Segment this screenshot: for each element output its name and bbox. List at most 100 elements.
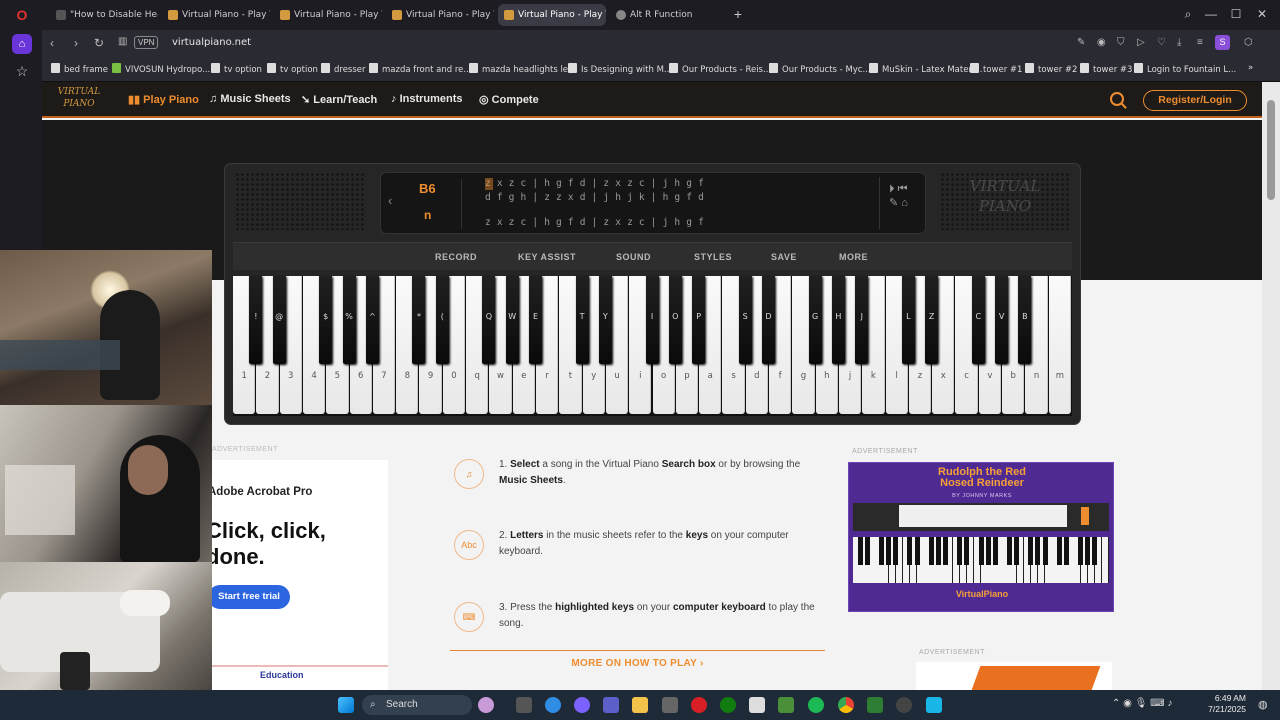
browser-tab[interactable]: Virtual Piano - Play The Be: [386, 4, 494, 26]
black-key[interactable]: Q: [482, 276, 496, 364]
chrome-icon[interactable]: [838, 697, 854, 713]
start-free-trial-button[interactable]: Start free trial: [208, 585, 290, 609]
black-key[interactable]: @: [272, 276, 286, 364]
search-icon[interactable]: [1110, 92, 1124, 106]
more-on-how-to-play-link[interactable]: MORE ON HOW TO PLAY ›: [450, 650, 825, 676]
edit-icon[interactable]: ✎: [1077, 37, 1085, 48]
black-key[interactable]: %: [342, 276, 356, 364]
copilot-icon[interactable]: [574, 697, 590, 713]
browser-tab-active[interactable]: Virtual Piano - Play The B: [498, 4, 606, 26]
play-icon[interactable]: ⏵: [889, 183, 895, 195]
menu-icon[interactable]: ≡: [1197, 37, 1203, 48]
vpn-badge[interactable]: VPN: [134, 36, 159, 49]
tray-icons[interactable]: ⌃ ◉ 🎙 ⌨ ♪: [1112, 698, 1172, 709]
camera-icon[interactable]: ◉: [1097, 37, 1106, 48]
edge-icon[interactable]: [545, 697, 561, 713]
home-icon[interactable]: ⌂: [12, 34, 32, 54]
scrollbar-thumb[interactable]: [1267, 100, 1275, 200]
download-icon[interactable]: ⤓: [1177, 37, 1181, 48]
bookmark-item[interactable]: tower #3: [1080, 63, 1132, 75]
browser-tab[interactable]: "How to Disable Heads-U: [50, 4, 158, 26]
app-icon[interactable]: [926, 697, 942, 713]
maximize-icon[interactable]: ☐: [1228, 7, 1244, 21]
browser-tab[interactable]: Alt R Function: [610, 4, 726, 26]
sound-button[interactable]: SOUND: [616, 252, 651, 262]
black-key[interactable]: B: [1018, 276, 1032, 364]
clock[interactable]: 6:49 AM 7/21/2025: [1208, 693, 1246, 715]
chevron-left-icon[interactable]: ‹: [388, 193, 392, 208]
bookmark-item[interactable]: VIVOSUN Hydropo...: [112, 63, 210, 75]
black-key[interactable]: !: [249, 276, 263, 364]
bookmark-item[interactable]: tv option: [267, 63, 318, 75]
bottom-ad[interactable]: [916, 662, 1112, 690]
black-key[interactable]: E: [528, 276, 542, 364]
url-field[interactable]: virtualpiano.net: [172, 37, 251, 48]
nav-learn-teach[interactable]: ➘ Learn/Teach: [301, 93, 377, 106]
nav-instruments[interactable]: ♪ Instruments: [391, 93, 463, 105]
game-icon[interactable]: [778, 697, 794, 713]
bookmark-item[interactable]: tv option: [211, 63, 262, 75]
more-button[interactable]: MORE: [839, 252, 868, 262]
bookmark-item[interactable]: tower #1: [970, 63, 1022, 75]
steam-icon[interactable]: [896, 697, 912, 713]
opera-icon[interactable]: [691, 697, 707, 713]
windows-start-icon[interactable]: [338, 697, 354, 713]
new-tab-button[interactable]: +: [730, 6, 746, 22]
black-key[interactable]: G: [808, 276, 822, 364]
teams-icon[interactable]: [603, 697, 619, 713]
reader-icon[interactable]: ▥: [118, 36, 127, 47]
black-key[interactable]: $: [319, 276, 333, 364]
black-key[interactable]: P: [692, 276, 706, 364]
file-explorer-icon[interactable]: [632, 697, 648, 713]
rudolph-ad[interactable]: Rudolph the Red Nosed Reindeer BY JOHNNY …: [848, 462, 1114, 612]
adobe-ad[interactable]: Adobe Acrobat Pro Click, click, done. Sta…: [206, 460, 388, 690]
bookmark-item[interactable]: Login to Fountain L...: [1134, 63, 1236, 75]
profile-avatar[interactable]: S: [1215, 35, 1230, 50]
bookmark-item[interactable]: bed frame: [51, 63, 108, 75]
app-icon[interactable]: [749, 697, 765, 713]
page-scrollbar[interactable]: [1262, 82, 1280, 690]
black-key[interactable]: L: [901, 276, 915, 364]
black-key[interactable]: D: [762, 276, 776, 364]
nvidia-icon[interactable]: [867, 697, 883, 713]
key-assist-button[interactable]: KEY ASSIST: [518, 252, 576, 262]
bookmark-item[interactable]: mazda headlights le...: [469, 63, 576, 75]
task-view-icon[interactable]: [516, 697, 532, 713]
black-key[interactable]: (: [435, 276, 449, 364]
close-window-icon[interactable]: ✕: [1254, 7, 1270, 21]
black-key[interactable]: ^: [365, 276, 379, 364]
forward-icon[interactable]: ›: [74, 36, 78, 50]
notifications-icon[interactable]: ◍: [1258, 698, 1268, 711]
taskbar-search[interactable]: ⌕ Search: [362, 695, 472, 715]
record-button[interactable]: RECORD: [435, 252, 477, 262]
black-key[interactable]: J: [855, 276, 869, 364]
widgets-icon[interactable]: [478, 697, 494, 713]
opera-logo-icon[interactable]: O: [12, 5, 32, 25]
bookmark-item[interactable]: Our Products - Myc...: [769, 63, 871, 75]
black-key[interactable]: W: [505, 276, 519, 364]
nav-compete[interactable]: ◎ Compete: [479, 93, 539, 106]
nav-play-piano[interactable]: ▮▮ Play Piano: [128, 93, 199, 106]
save-button[interactable]: SAVE: [771, 252, 797, 262]
black-key[interactable]: H: [831, 276, 845, 364]
black-key[interactable]: V: [995, 276, 1009, 364]
search-tabs-icon[interactable]: ⌕: [1180, 7, 1196, 22]
nav-music-sheets[interactable]: ♫ Music Sheets: [209, 93, 291, 105]
store-icon[interactable]: [662, 697, 678, 713]
shield-icon[interactable]: ⛉: [1117, 37, 1125, 48]
styles-button[interactable]: STYLES: [694, 252, 732, 262]
reload-icon[interactable]: ↻: [94, 36, 104, 50]
play-icon[interactable]: ▷: [1137, 37, 1145, 48]
white-key[interactable]: m: [1048, 276, 1071, 414]
black-key[interactable]: T: [575, 276, 589, 364]
site-logo[interactable]: VIRTUAL PIANO: [50, 86, 108, 114]
bookmark-item[interactable]: mazda front and re...: [369, 63, 472, 75]
register-login-button[interactable]: Register/Login: [1143, 90, 1247, 111]
star-icon[interactable]: ☆: [12, 61, 32, 81]
spotify-icon[interactable]: [808, 697, 824, 713]
home-icon[interactable]: ⌂: [901, 197, 908, 209]
rewind-icon[interactable]: ⏮: [898, 183, 908, 195]
black-key[interactable]: O: [668, 276, 682, 364]
black-key[interactable]: *: [412, 276, 426, 364]
extensions-icon[interactable]: ⬡: [1244, 37, 1253, 48]
